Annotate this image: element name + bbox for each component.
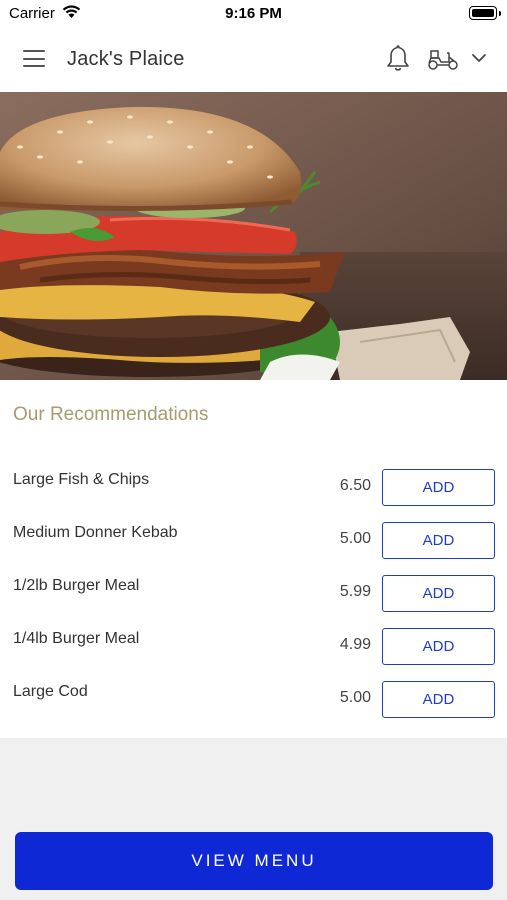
item-name: Large Cod [13, 683, 88, 700]
view-menu-button[interactable]: VIEW MENU [15, 832, 493, 890]
chevron-down-icon[interactable] [471, 51, 487, 65]
battery-icon [469, 6, 501, 20]
clock: 9:16 PM [225, 5, 282, 22]
item-price: 5.00 [339, 689, 371, 706]
status-bar: Carrier 9:16 PM [0, 0, 507, 26]
list-item: Large Fish & Chips 6.50 ADD [0, 460, 507, 513]
scooter-icon[interactable] [427, 47, 459, 71]
burger-photo [0, 92, 507, 380]
add-button[interactable]: ADD [382, 681, 495, 718]
list-item: Medium Donner Kebab 5.00 ADD [0, 513, 507, 566]
item-name: Medium Donner Kebab [13, 524, 178, 541]
page-title: Jack's Plaice [67, 48, 185, 70]
add-button[interactable]: ADD [382, 469, 495, 506]
add-button[interactable]: ADD [382, 628, 495, 665]
item-price: 6.50 [339, 477, 371, 494]
bell-icon[interactable] [386, 44, 410, 72]
item-price: 4.99 [339, 636, 371, 653]
list-item: Large Cod 5.00 ADD [0, 672, 507, 725]
recommendations-list: Large Fish & Chips 6.50 ADD Medium Donne… [0, 460, 507, 725]
menu-icon[interactable] [23, 50, 45, 67]
item-name: 1/4lb Burger Meal [13, 630, 140, 647]
add-button[interactable]: ADD [382, 522, 495, 559]
list-item: 1/2lb Burger Meal 5.99 ADD [0, 566, 507, 619]
app-header: Jack's Plaice [0, 26, 507, 92]
list-item: 1/4lb Burger Meal 4.99 ADD [0, 619, 507, 672]
item-name: 1/2lb Burger Meal [13, 577, 140, 594]
add-button[interactable]: ADD [382, 575, 495, 612]
item-price: 5.00 [339, 530, 371, 547]
item-price: 5.99 [339, 583, 371, 600]
section-title-recommendations: Our Recommendations [13, 404, 209, 425]
item-name: Large Fish & Chips [13, 471, 150, 488]
